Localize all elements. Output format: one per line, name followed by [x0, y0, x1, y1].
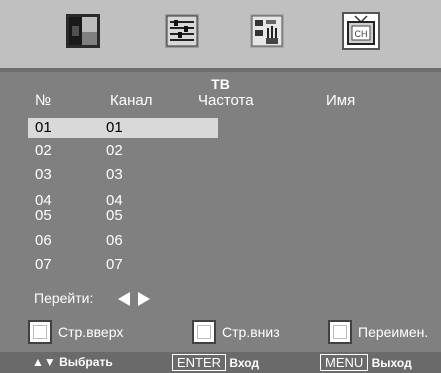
column-header-num: №: [35, 92, 52, 109]
row-number: 07: [35, 256, 52, 273]
menu-key: MENU: [320, 354, 369, 371]
channel-row[interactable]: 06 06: [28, 231, 218, 251]
channel-row[interactable]: 02 02: [28, 141, 218, 161]
channel-row[interactable]: 01 01: [28, 118, 218, 138]
select-label: Выбрать: [59, 355, 113, 369]
row-channel: 06: [106, 232, 123, 249]
rename-label: Переимен.: [358, 324, 429, 340]
page-down-label: Стр.вниз: [222, 324, 280, 340]
up-down-arrows-icon: ▲▼: [32, 355, 56, 369]
page-title: ТВ: [211, 76, 230, 92]
row-channel: 01: [106, 119, 123, 136]
row-channel: 05: [106, 207, 123, 224]
exit-label: Выход: [371, 356, 412, 370]
color-key-icon: [192, 320, 216, 344]
column-header-name: Имя: [326, 92, 356, 109]
osd-menu: CH ТВ № Канал Частота Имя 01 01 02 02 03…: [0, 0, 441, 373]
channel-icon[interactable]: CH: [342, 12, 380, 50]
svg-text:CH: CH: [355, 29, 368, 39]
channel-row[interactable]: 03 03: [28, 165, 218, 185]
channel-row[interactable]: 07 07: [28, 255, 218, 275]
column-header-frequency: Частота: [198, 92, 254, 109]
enter-hint: ENTER Вход: [172, 354, 259, 371]
row-channel: 03: [106, 166, 123, 183]
row-number: 03: [35, 166, 52, 183]
page-up-label: Стр.вверх: [58, 324, 124, 340]
enter-label: Вход: [229, 356, 260, 370]
select-hint: ▲▼ Выбрать: [32, 354, 113, 371]
arrow-right-icon[interactable]: [138, 292, 150, 306]
row-channel: 07: [106, 256, 123, 273]
channel-row[interactable]: 05 05: [28, 206, 218, 226]
arrow-left-icon[interactable]: [118, 292, 130, 306]
enter-key: ENTER: [172, 354, 227, 371]
color-key-icon: [328, 320, 352, 344]
sound-icon[interactable]: [165, 14, 199, 48]
row-number: 06: [35, 232, 52, 249]
row-number: 05: [35, 207, 52, 224]
row-number: 02: [35, 142, 52, 159]
setup-icon[interactable]: [250, 14, 284, 48]
channel-list-panel: ТВ № Канал Частота Имя 01 01 02 02 03 03…: [0, 72, 441, 352]
color-key-icon: [28, 320, 52, 344]
goto-label: Перейти:: [34, 290, 94, 306]
row-number: 01: [35, 119, 52, 136]
row-channel: 02: [106, 142, 123, 159]
column-header-channel: Канал: [110, 92, 153, 109]
picture-icon[interactable]: [66, 14, 100, 48]
menu-hint: MENU Выход: [320, 354, 412, 371]
status-bar: ▲▼ Выбрать ENTER Вход MENU Выход: [0, 352, 441, 373]
menu-icon-bar: CH: [0, 0, 441, 68]
